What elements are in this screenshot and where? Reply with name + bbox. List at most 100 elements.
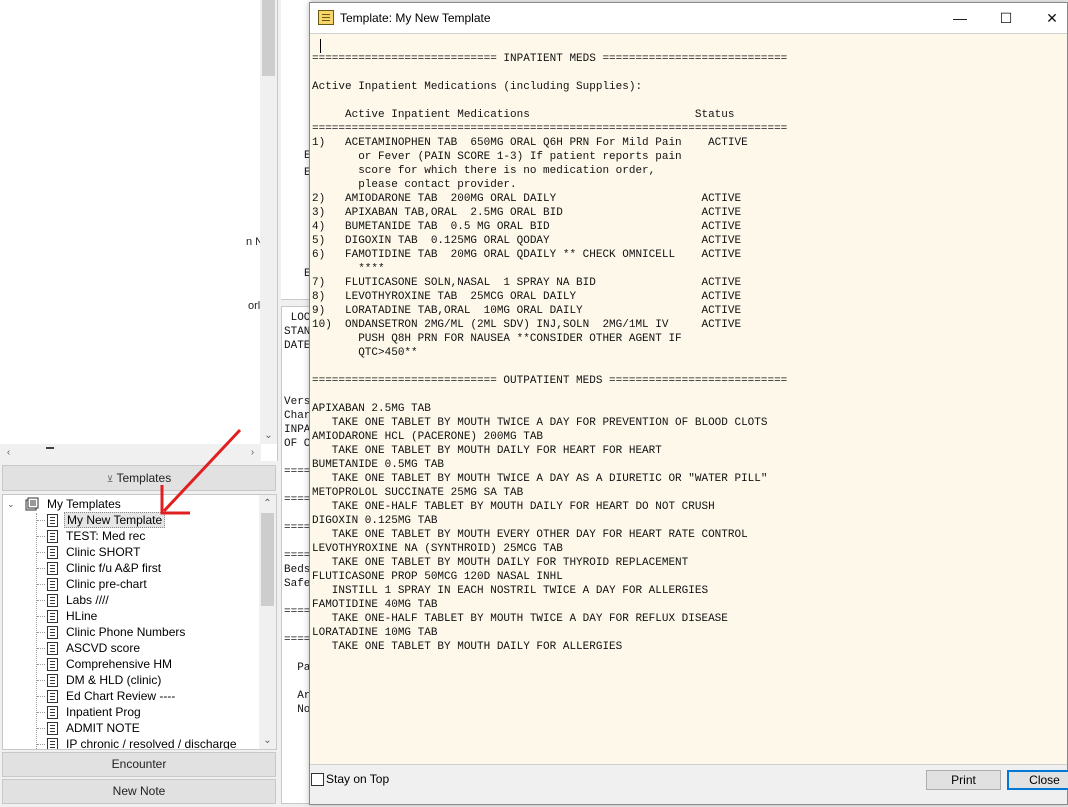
scroll-thumb[interactable] xyxy=(261,513,274,606)
left-top-vertical-scrollbar[interactable]: ⌄ xyxy=(260,0,277,444)
template-text-line: 10) ONDANSETRON 2MG/ML (2ML SDV) INJ,SOL… xyxy=(312,319,742,331)
tree-item[interactable]: ADMIT NOTE xyxy=(3,720,259,736)
template-note-icon xyxy=(318,10,334,25)
tree-item[interactable]: Clinic Phone Numbers xyxy=(3,624,259,640)
tree-guide-line xyxy=(37,712,45,713)
tree-vertical-scrollbar[interactable]: ⌃ ⌄ xyxy=(259,495,276,749)
template-document-icon xyxy=(47,562,58,575)
maximize-icon[interactable]: ☐ xyxy=(983,3,1029,33)
tree-item[interactable]: Clinic SHORT xyxy=(3,544,259,560)
template-text-line: 1) ACETAMINOPHEN TAB 650MG ORAL Q6H PRN … xyxy=(312,137,748,149)
template-text-line: score for which there is no medication o… xyxy=(312,165,656,177)
template-text-line: TAKE ONE TABLET BY MOUTH TWICE A DAY AS … xyxy=(312,473,768,485)
template-document-icon xyxy=(47,642,58,655)
tree-item-label: Ed Chart Review ---- xyxy=(66,689,176,703)
tree-item-label: Clinic pre-chart xyxy=(66,577,147,591)
tree-item[interactable]: Labs //// xyxy=(3,592,259,608)
tree-item[interactable]: Inpatient Prog xyxy=(3,704,259,720)
close-button[interactable]: Close xyxy=(1007,770,1068,790)
stay-on-top-checkbox[interactable] xyxy=(311,773,324,786)
template-document-icon xyxy=(47,594,58,607)
tree-item[interactable]: HLine xyxy=(3,608,259,624)
template-text-line xyxy=(312,360,787,374)
template-text-line: 9) LORATADINE TAB,ORAL 10MG ORAL DAILY A… xyxy=(312,305,742,317)
template-text-line: TAKE ONE-HALF TABLET BY MOUTH DAILY FOR … xyxy=(312,501,715,513)
stay-on-top-label[interactable]: Stay on Top xyxy=(326,772,389,786)
template-document-icon xyxy=(47,610,58,623)
tree-guide-line xyxy=(37,728,45,729)
print-button[interactable]: Print xyxy=(926,770,1001,790)
template-text-line: 4) BUMETANIDE TAB 0.5 MG ORAL BID ACTIVE xyxy=(312,221,742,233)
tree-item-label: ADMIT NOTE xyxy=(66,721,140,735)
tree-item-label: ASCVD score xyxy=(66,641,141,655)
template-text-line: PUSH Q8H PRN FOR NAUSEA **CONSIDER OTHER… xyxy=(312,333,682,345)
template-document-icon xyxy=(47,658,58,671)
templates-tree[interactable]: ⌄ My Templates My New Template TEST: Med … xyxy=(2,494,277,750)
new-note-button[interactable]: New Note xyxy=(2,779,276,804)
template-text-line: ========================================… xyxy=(312,123,788,135)
tree-item[interactable]: Clinic f/u A&P first xyxy=(3,560,259,576)
template-document-icon xyxy=(47,530,58,543)
expand-chevron-icon[interactable]: ⌄ xyxy=(7,499,17,509)
template-text-line: DIGOXIN 0.125MG TAB xyxy=(312,515,438,527)
template-text-line: TAKE ONE TABLET BY MOUTH DAILY FOR HEART… xyxy=(312,445,662,457)
template-text-line: BUMETANIDE 0.5MG TAB xyxy=(312,459,445,471)
scroll-right-icon[interactable]: › xyxy=(244,444,261,461)
template-text-line: 7) FLUTICASONE SOLN,NASAL 1 SPRAY NA BID… xyxy=(312,277,742,289)
scroll-down-icon[interactable]: ⌄ xyxy=(259,732,276,749)
encounter-button[interactable]: Encounter xyxy=(2,752,276,777)
clipped-text-fragment: orl xyxy=(248,300,261,312)
template-text-line: LORATADINE 10MG TAB xyxy=(312,627,438,639)
tree-item[interactable]: DM & HLD (clinic) xyxy=(3,672,259,688)
template-text-line: or Fever (PAIN SCORE 1-3) If patient rep… xyxy=(312,151,682,163)
template-text-line: APIXABAN 2.5MG TAB xyxy=(312,403,431,415)
tree-item-label: DM & HLD (clinic) xyxy=(66,673,162,687)
tree-item[interactable]: My New Template xyxy=(3,512,259,528)
tree-guide-line xyxy=(37,568,45,569)
scroll-thumb[interactable] xyxy=(46,447,54,449)
tree-item-label: My New Template xyxy=(64,512,166,528)
tree-item[interactable]: Clinic pre-chart xyxy=(3,576,259,592)
template-text-line: ============================ INPATIENT M… xyxy=(312,53,788,65)
template-text-line: QTC>450** xyxy=(312,347,418,359)
tree-item-label: Clinic f/u A&P first xyxy=(66,561,162,575)
tree-guide-line xyxy=(37,536,45,537)
background-note-editor[interactable]: LOC STAN DATE Vers Char INPA OF C ==== =… xyxy=(281,306,311,804)
template-text-line: LEVOTHYROXINE NA (SYNTHROID) 25MCG TAB xyxy=(312,543,563,555)
template-text-line: 5) DIGOXIN TAB 0.125MG ORAL QODAY ACTIVE xyxy=(312,235,742,247)
tree-item-label: Clinic SHORT xyxy=(66,545,141,559)
template-text-line: **** xyxy=(312,263,385,275)
dialog-titlebar[interactable]: Template: My New Template — ☐ ✕ xyxy=(310,3,1067,33)
template-text-line: ============================ OUTPATIENT … xyxy=(312,375,788,387)
template-text-line: FAMOTIDINE 40MG TAB xyxy=(312,599,438,611)
template-text-line: TAKE ONE-HALF TABLET BY MOUTH TWICE A DA… xyxy=(312,613,728,625)
tree-item[interactable]: TEST: Med rec xyxy=(3,528,259,544)
tree-guide-line xyxy=(37,600,45,601)
scroll-left-icon[interactable]: ‹ xyxy=(0,444,17,461)
template-text-line xyxy=(312,388,787,402)
tree-guide-line xyxy=(37,552,45,553)
tree-item[interactable]: Comprehensive HM xyxy=(3,656,259,672)
background-note-text: LOC STAN DATE Vers Char INPA OF C ==== =… xyxy=(284,312,310,716)
template-document-icon xyxy=(47,738,58,749)
templates-toggle-button[interactable]: ⊻ Templates xyxy=(2,465,276,491)
left-top-horizontal-scrollbar[interactable]: ‹ › xyxy=(0,444,261,461)
tree-item[interactable]: IP chronic / resolved / discharge xyxy=(3,736,259,750)
tree-item-label: IP chronic / resolved / discharge xyxy=(66,737,237,750)
close-icon[interactable]: ✕ xyxy=(1029,3,1068,33)
scroll-up-icon[interactable]: ⌃ xyxy=(259,495,276,512)
template-text-line: Active Inpatient Medications (including … xyxy=(312,81,643,93)
tree-item-label: Clinic Phone Numbers xyxy=(66,625,186,639)
template-text-editor[interactable]: ============================ INPATIENT M… xyxy=(310,33,1067,765)
tree-guide-line xyxy=(37,696,45,697)
scroll-down-icon[interactable]: ⌄ xyxy=(260,427,277,444)
scroll-thumb[interactable] xyxy=(262,0,275,76)
tree-root-my-templates[interactable]: ⌄ My Templates xyxy=(3,496,263,512)
template-text-line: TAKE ONE TABLET BY MOUTH DAILY FOR THYRO… xyxy=(312,557,689,569)
tree-item-label: Inpatient Prog xyxy=(66,705,141,719)
template-document-icon xyxy=(47,578,58,591)
minimize-icon[interactable]: — xyxy=(937,3,983,33)
tree-item[interactable]: ASCVD score xyxy=(3,640,259,656)
template-document-icon xyxy=(47,674,58,687)
tree-item[interactable]: Ed Chart Review ---- xyxy=(3,688,259,704)
